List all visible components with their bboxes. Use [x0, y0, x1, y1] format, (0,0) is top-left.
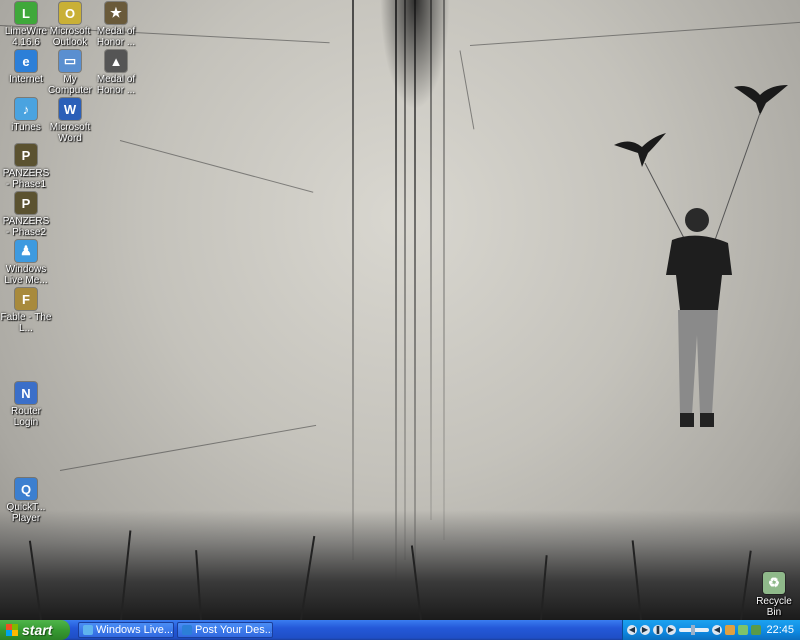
desktop-icon-medal-of-honor-2[interactable]: ▲ Medal of Honor ... — [90, 50, 142, 96]
outlook-icon: O — [59, 2, 81, 24]
desktop[interactable]: L LimeWire 4.16.6 O Microsoft Outlook ★ … — [0, 0, 800, 620]
taskbar-item-label: Windows Live... — [96, 624, 174, 636]
icon-label: PANZERS - Phase2 — [2, 216, 50, 238]
taskbar-item-post-your-desktop[interactable]: Post Your Des... — [177, 622, 273, 638]
desktop-icon-windows-live-messenger[interactable]: ♟ Windows Live Me... — [0, 240, 52, 286]
icon-label: Router Login — [10, 406, 41, 428]
previous-icon[interactable]: ◀ — [627, 625, 637, 635]
icon-label: Microsoft Outlook — [49, 26, 91, 48]
security-icon[interactable] — [751, 625, 761, 635]
medal-of-honor-icon: ★ — [105, 2, 127, 24]
icon-label: QuickT... Player — [6, 502, 46, 524]
system-tray: ◀ ▶ ❚ ▶ ◀ 22:45 — [622, 620, 800, 640]
panzers-icon: P — [15, 192, 37, 214]
icon-label: Medal of Honor ... — [96, 74, 136, 96]
volume-slider[interactable] — [679, 625, 709, 635]
desktop-icon-panzers-1[interactable]: P PANZERS - Phase1 — [0, 144, 52, 190]
internet-explorer-icon — [182, 625, 192, 635]
icon-label: Microsoft Word — [49, 122, 91, 144]
desktop-icon-my-computer[interactable]: ▭ My Computer — [44, 50, 96, 96]
desktop-icon-recycle-bin[interactable]: ♻ Recycle Bin — [748, 572, 800, 618]
network-icon[interactable] — [725, 625, 735, 635]
play-icon[interactable]: ▶ — [640, 625, 650, 635]
limewire-icon: L — [15, 2, 37, 24]
itunes-icon: ♪ — [15, 98, 37, 120]
desktop-icon-quicktime[interactable]: Q QuickT... Player — [0, 478, 52, 524]
wallpaper-figure — [614, 85, 788, 427]
icon-label: Fable - The L... — [0, 312, 52, 334]
next-icon[interactable]: ▶ — [666, 625, 676, 635]
windows-logo-icon — [6, 624, 18, 636]
recycle-bin-icon: ♻ — [763, 572, 785, 594]
icon-label: Medal of Honor ... — [96, 26, 136, 48]
start-button[interactable]: start — [0, 620, 70, 640]
volume-icon[interactable]: ◀ — [712, 625, 722, 635]
quicktime-icon: Q — [15, 478, 37, 500]
desktop-icon-router-login[interactable]: N Router Login — [0, 382, 52, 428]
my-computer-icon: ▭ — [59, 50, 81, 72]
icon-label: Recycle Bin — [756, 596, 792, 618]
icon-label: PANZERS - Phase1 — [2, 168, 50, 190]
internet-explorer-icon: e — [15, 50, 37, 72]
desktop-icon-panzers-2[interactable]: P PANZERS - Phase2 — [0, 192, 52, 238]
panzers-icon: P — [15, 144, 37, 166]
desktop-icon-outlook[interactable]: O Microsoft Outlook — [44, 2, 96, 48]
desktop-icon-word[interactable]: W Microsoft Word — [44, 98, 96, 144]
windows-live-messenger-icon: ♟ — [15, 240, 37, 262]
taskbar-item-windows-live[interactable]: Windows Live... — [78, 622, 174, 638]
messenger-tray-icon[interactable] — [738, 625, 748, 635]
desktop-icon-fable[interactable]: F Fable - The L... — [0, 288, 52, 334]
router-login-icon: N — [15, 382, 37, 404]
pause-icon[interactable]: ❚ — [653, 625, 663, 635]
windows-live-messenger-icon — [83, 625, 93, 635]
start-label: start — [22, 622, 53, 638]
clock[interactable]: 22:45 — [766, 624, 794, 636]
icon-label: Windows Live Me... — [4, 264, 48, 286]
word-icon: W — [59, 98, 81, 120]
medal-of-honor-icon: ▲ — [105, 50, 127, 72]
desktop-icon-medal-of-honor-1[interactable]: ★ Medal of Honor ... — [90, 2, 142, 48]
icon-label: My Computer — [48, 74, 92, 96]
taskbar: start Windows Live... Post Your Des... ◀… — [0, 620, 800, 640]
taskbar-item-label: Post Your Des... — [195, 624, 273, 636]
fable-icon: F — [15, 288, 37, 310]
